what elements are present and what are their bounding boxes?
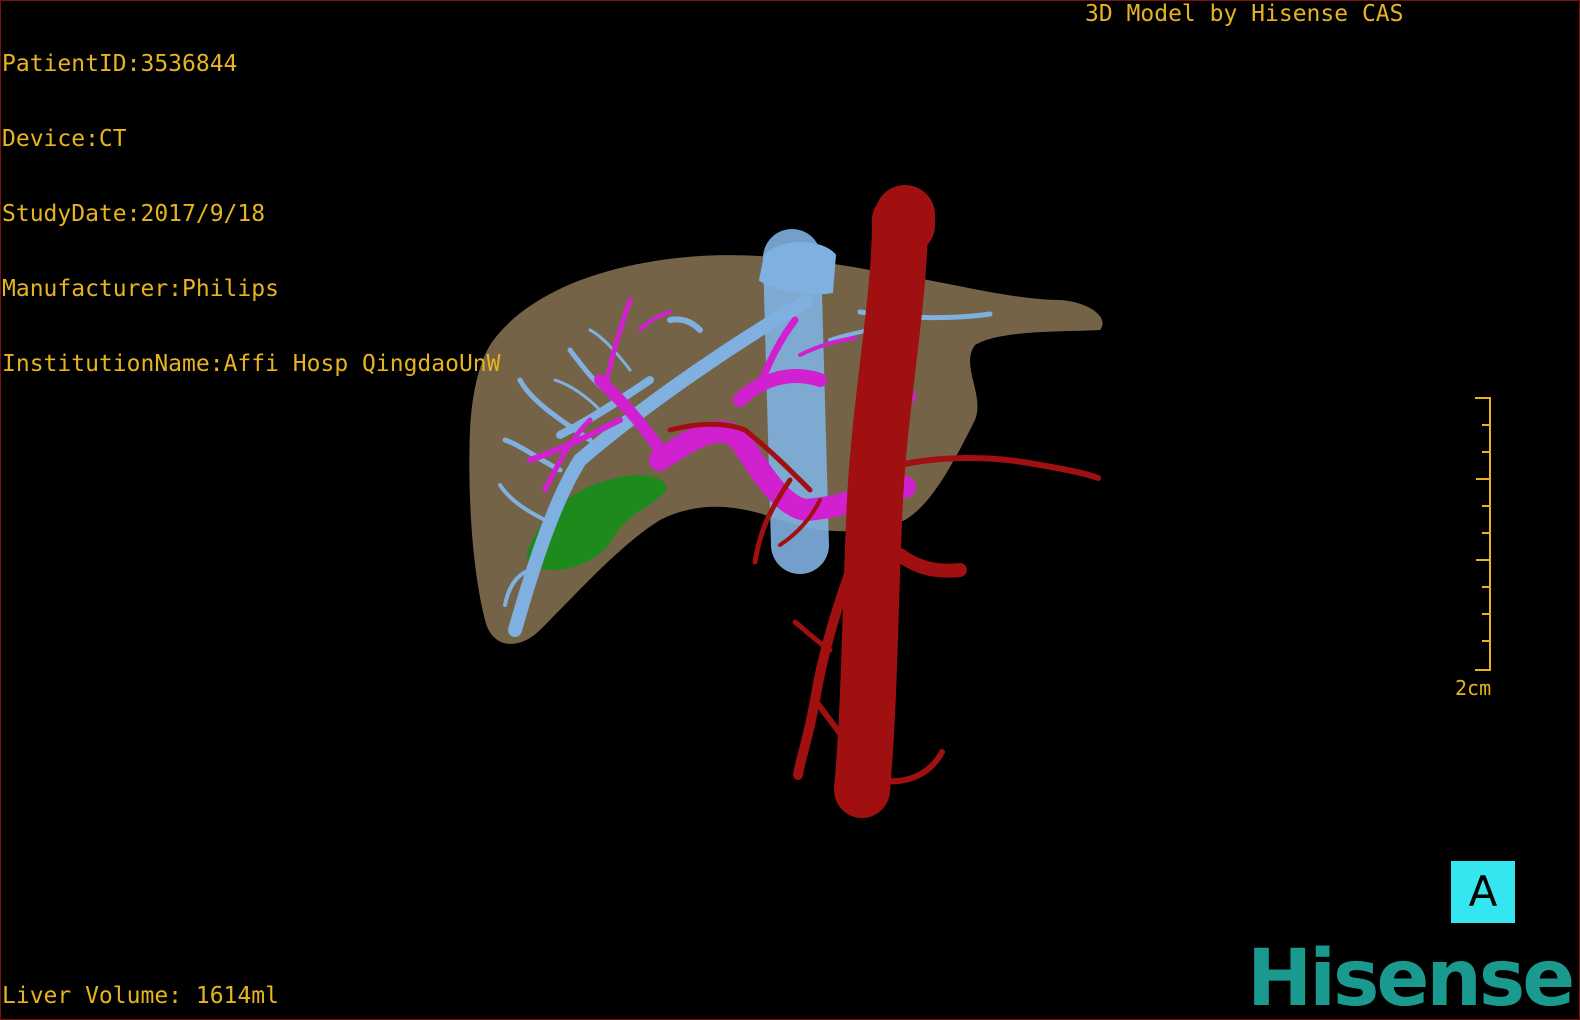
scale-bar-label: 2cm	[1455, 676, 1492, 700]
hisense-logo-text: Hisense	[1247, 937, 1572, 1017]
scale-bar	[1475, 397, 1491, 671]
hisense-logo: Hisense	[1247, 937, 1575, 1017]
patient-id-label: PatientID:3536844	[2, 51, 238, 77]
device-label: Device:CT	[2, 126, 127, 152]
liver-volume-label: Liver Volume: 1614ml	[2, 983, 279, 1009]
manufacturer-label: Manufacturer:Philips	[2, 276, 279, 302]
study-date-label: StudyDate:2017/9/18	[2, 201, 266, 227]
institution-label: InstitutionName:Affi Hosp QingdaoUnW	[2, 351, 501, 377]
orientation-button[interactable]: A	[1451, 861, 1515, 923]
model-credit-label: 3D Model by Hisense CAS	[1085, 1, 1404, 27]
dicom-info-overlay: PatientID:3536844 Device:CT StudyDate:20…	[2, 2, 501, 402]
